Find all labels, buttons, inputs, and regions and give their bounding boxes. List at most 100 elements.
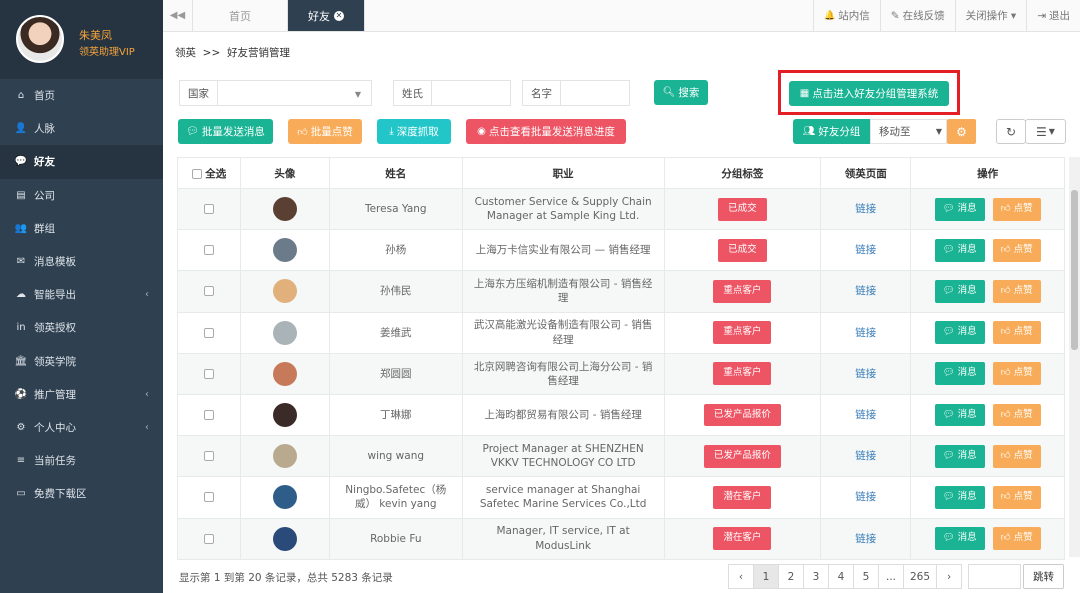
select-all-checkbox[interactable] [191,168,202,179]
sidebar-item-2[interactable]: 💬 好友 [0,145,163,179]
page-link[interactable]: 265 [903,564,938,589]
page-link[interactable]: › [936,564,963,589]
select-all-header[interactable]: 全选 [177,157,241,189]
table-row[interactable]: 孙杨 上海万卡信实业有限公司 — 销售经理 已成交 链接 💬︎ 消息 👍︎ 点赞 [177,229,1065,272]
inbox-link[interactable]: 🔔 站内信 [813,0,880,31]
linkedin-link[interactable]: 链接 [855,491,876,503]
message-button[interactable]: 💬︎ 消息 [934,238,985,262]
table-row[interactable]: Ningbo.Safetec（杨威） kevin yang service man… [177,476,1065,519]
batch-like-button[interactable]: 👍︎ 批量点赞 [288,119,362,144]
like-button[interactable]: 👍︎ 点赞 [992,403,1041,427]
message-button[interactable]: 💬︎ 消息 [934,527,985,550]
page-link[interactable]: 2 [778,564,804,589]
jump-page-input[interactable] [968,564,1021,589]
row-checkbox[interactable] [203,533,214,544]
message-button[interactable]: 💬︎ 消息 [934,362,985,386]
like-button[interactable]: 👍︎ 点赞 [992,197,1041,221]
sidebar-item-8[interactable]: 🏛 领英学院 [0,345,163,378]
sidebar-item-5[interactable]: ✉ 消息模板 [0,245,163,278]
sidebar-item-0[interactable]: ⌂ 首页 [0,79,163,112]
linkedin-link[interactable]: 链接 [855,409,876,421]
like-button[interactable]: 👍︎ 点赞 [992,321,1041,345]
like-button[interactable]: 👍︎ 点赞 [992,527,1041,550]
table-row[interactable]: 孙伟民 上海东方压缩机制造有限公司 - 销售经理 重点客户 链接 💬︎ 消息 👍︎ 点赞 [177,270,1065,313]
surname-input[interactable] [432,81,510,105]
row-checkbox[interactable] [203,409,214,420]
linkedin-link[interactable]: 链接 [855,203,876,215]
table-row[interactable]: Robbie Fu Manager, IT service, IT at Modu… [177,517,1065,560]
tab-scroll-left-button[interactable]: ◀◀ [163,0,193,31]
message-button[interactable]: 💬︎ 消息 [934,486,985,509]
row-checkbox[interactable] [203,492,214,503]
refresh-button[interactable]: ↻ [996,119,1026,144]
table-row[interactable]: wing wang Project Manager at SHENZHEN VKK… [177,435,1065,478]
message-button[interactable]: 💬︎ 消息 [934,197,985,221]
columns-button[interactable]: ☰ ▼ [1025,119,1066,144]
linkedin-link[interactable]: 链接 [855,285,876,297]
like-button[interactable]: 👍︎ 点赞 [992,486,1041,509]
sidebar-item-9[interactable]: ⚽ 推广管理 ‹ [0,378,163,411]
table-row[interactable]: 丁琳娜 上海昀都贸易有限公司 - 销售经理 已发产品报价 链接 💬︎ 消息 👍︎ 点赞 [177,393,1065,437]
status-badge[interactable]: 潜在客户 [713,527,772,550]
row-checkbox[interactable] [203,286,214,297]
row-checkbox[interactable] [203,368,214,379]
sidebar-item-10[interactable]: ⚙ 个人中心 ‹ [0,411,163,444]
jump-button[interactable]: 跳转 [1023,564,1064,589]
sidebar-item-12[interactable]: ▭ 免费下载区 [0,477,163,510]
table-row[interactable]: 郑圆圆 北京网聘咨询有限公司上海分公司 - 销售经理 重点客户 链接 💬︎ 消息 👍︎ 点… [177,352,1065,395]
status-badge[interactable]: 重点客户 [713,362,772,386]
tab-friends[interactable]: 好友 ✕ [288,0,365,31]
message-button[interactable]: 💬︎ 消息 [934,321,985,345]
avatar[interactable] [16,15,64,63]
close-operations-dropdown[interactable]: 关闭操作 ▾ [954,0,1027,31]
name-input[interactable] [561,81,629,105]
row-checkbox[interactable] [203,451,214,462]
linkedin-link[interactable]: 链接 [855,327,876,339]
message-button[interactable]: 💬︎ 消息 [934,280,985,303]
status-badge[interactable]: 重点客户 [713,321,772,345]
sidebar-item-1[interactable]: 👤 人脉 [0,112,163,145]
feedback-link[interactable]: ✎ 在线反馈 [879,0,955,31]
message-button[interactable]: 💬︎ 消息 [934,403,985,427]
linkedin-link[interactable]: 链接 [855,244,876,256]
status-badge[interactable]: 已发产品报价 [703,403,781,427]
scrollbar-thumb[interactable] [1071,190,1078,350]
row-checkbox[interactable] [203,204,214,214]
move-confirm-button[interactable]: ⚙ [947,119,976,144]
sidebar-item-7[interactable]: in 领英授权 [0,311,163,344]
status-badge[interactable]: 已成交 [718,238,767,262]
page-link[interactable]: ‹ [728,564,754,589]
status-badge[interactable]: 重点客户 [713,280,772,303]
like-button[interactable]: 👍︎ 点赞 [992,238,1041,262]
table-row[interactable]: Teresa Yang Customer Service & Supply Cha… [177,187,1065,231]
sidebar-item-11[interactable]: ≡ 当前任务 [0,444,163,477]
linkedin-link[interactable]: 链接 [855,533,876,545]
move-to-select[interactable]: 移动至 ▼ [870,119,947,144]
deep-crawl-button[interactable]: ⤓ 深度抓取 [377,119,451,144]
row-checkbox[interactable] [203,327,214,338]
country-select[interactable]: ▼ [218,81,371,105]
like-button[interactable]: 👍︎ 点赞 [992,280,1041,303]
logout-link[interactable]: ⇥ 退出 [1026,0,1080,31]
sidebar-item-6[interactable]: ☁ 智能导出 ‹ [0,278,163,311]
message-button[interactable]: 💬︎ 消息 [934,444,985,468]
page-link[interactable]: 5 [853,564,879,589]
status-badge[interactable]: 已成交 [718,197,767,221]
table-row[interactable]: 姜维武 武汉高能激光设备制造有限公司 - 销售经理 重点客户 链接 💬︎ 消息 👍︎ 点赞 [177,311,1065,354]
sidebar-item-4[interactable]: 👥 群组 [0,212,163,245]
sidebar-item-3[interactable]: ▤ 公司 [0,179,163,212]
row-checkbox[interactable] [203,245,214,256]
linkedin-link[interactable]: 链接 [855,450,876,462]
status-badge[interactable]: 潜在客户 [713,486,772,509]
linkedin-link[interactable]: 链接 [855,368,876,380]
page-link[interactable]: ... [878,564,904,589]
page-link[interactable]: 3 [803,564,829,589]
friend-group-button[interactable]: 👥︎ 好友分组 [793,119,870,144]
batch-send-button[interactable]: 💬︎ 批量发送消息 [178,119,273,144]
close-icon[interactable]: ✕ [334,10,344,21]
status-badge[interactable]: 已发产品报价 [703,444,781,468]
like-button[interactable]: 👍︎ 点赞 [992,444,1041,468]
page-link[interactable]: 1 [753,564,779,589]
like-button[interactable]: 👍︎ 点赞 [992,362,1041,386]
page-link[interactable]: 4 [828,564,854,589]
